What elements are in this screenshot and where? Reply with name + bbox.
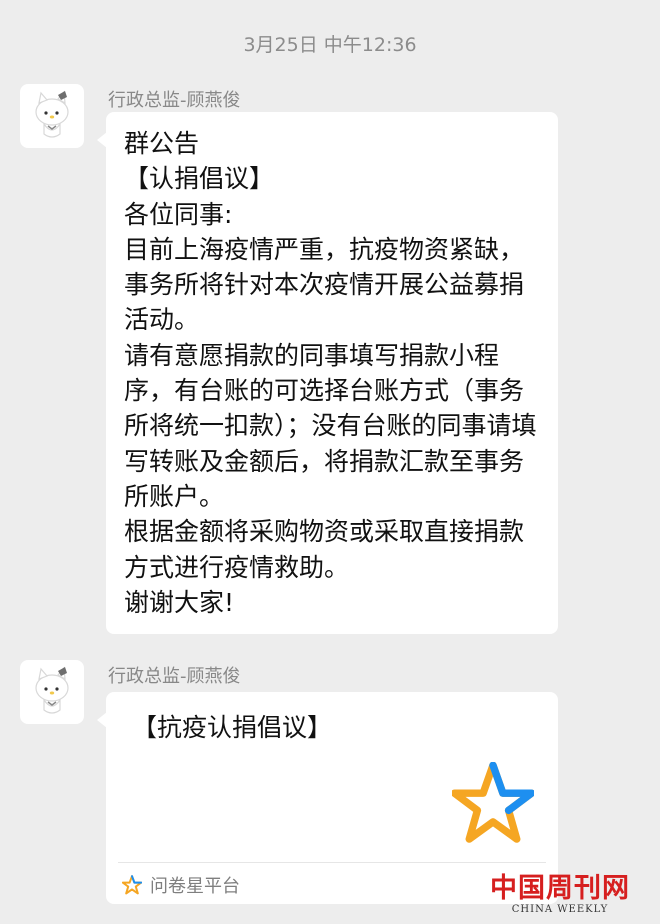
hello-kitty-avatar[interactable] (20, 660, 84, 724)
announcement-text: 群公告 【认捐倡议】 各位同事: 目前上海疫情严重，抗疫物资紧缺，事务所将针对本… (124, 129, 537, 617)
watermark-chinese: 中国周刊网 (490, 873, 630, 904)
hello-kitty-avatar[interactable] (20, 84, 84, 148)
wenjuanxing-star-icon (452, 762, 534, 843)
chat-screen: 3月25日 中午12:36 行政总监-顾燕俊 群公告 【认捐倡议】 各位同事: … (0, 0, 660, 924)
star-icon (122, 875, 142, 895)
watermark-english: CHINA WEEKLY (511, 904, 609, 915)
card-source-label: 问卷星平台 (150, 876, 240, 897)
announcement-bubble[interactable]: 群公告 【认捐倡议】 各位同事: 目前上海疫情严重，抗疫物资紧缺，事务所将针对本… (97, 112, 558, 634)
sender-name: 行政总监-顾燕俊 (108, 90, 241, 111)
china-weekly-watermark: 中国周刊网 CHINA WEEKLY (490, 874, 630, 916)
message-timestamp: 3月25日 中午12:36 (243, 34, 417, 56)
card-divider (118, 862, 546, 863)
bubble-arrow (97, 132, 107, 148)
card-source: 问卷星平台 (122, 872, 240, 898)
card-title: 【抗疫认捐倡议】 (132, 713, 333, 742)
bubble-arrow (97, 712, 107, 728)
sender-name: 行政总监-顾燕俊 (108, 666, 241, 687)
